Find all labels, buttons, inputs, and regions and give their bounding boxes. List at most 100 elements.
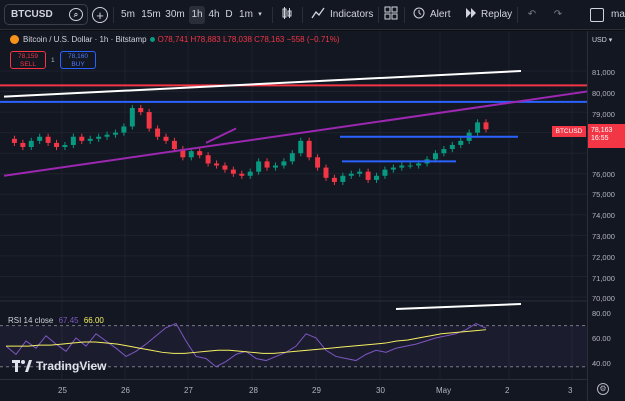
candle-body (197, 151, 203, 156)
sell-button[interactable]: 78,159 SELL (10, 51, 46, 69)
interval-1m[interactable]: 1m (238, 6, 254, 24)
candle-body (298, 140, 304, 154)
bitcoin-icon (10, 35, 19, 44)
rsi-tick: 40.00 (592, 359, 611, 368)
price-tick: 73,000 (592, 232, 615, 241)
tradingview-app: BTCUSD ⌕ + 5m 15m 30m 1h 4h D 1m ▾ Indic… (0, 0, 625, 401)
candle-body (214, 163, 220, 166)
candle-body (129, 107, 135, 127)
candle-body (222, 165, 228, 170)
time-tick: 25 (58, 386, 67, 395)
replay-button[interactable]: Replay (481, 6, 512, 24)
candle-body (45, 136, 51, 143)
time-tick: 28 (249, 386, 258, 395)
candle-body (62, 144, 68, 148)
candle-body (155, 128, 161, 137)
candle-body (483, 122, 489, 130)
interval-5m[interactable]: 5m (119, 6, 137, 24)
candle-body (205, 155, 211, 164)
market-status-icon (149, 37, 155, 42)
chart-legend: Bitcoin / U.S. Dollar · 1h · Bitstamp O7… (10, 35, 340, 44)
tradingview-logo-icon (12, 360, 32, 372)
candle-body (37, 136, 43, 141)
replay-icon[interactable] (464, 6, 478, 24)
candle-body (87, 138, 93, 141)
indicators-button[interactable]: Indicators (330, 6, 374, 24)
candle-body (146, 112, 152, 129)
candles-icon[interactable] (280, 6, 294, 24)
price-axis[interactable]: USD ▾ 81,000 80,000 79,000 78,163 16:55 … (587, 31, 625, 401)
price-tick: 71,000 (592, 274, 615, 283)
price-tick: 70,000 (592, 294, 615, 303)
candle-body (289, 153, 295, 162)
price-tick: 81,000 (592, 68, 615, 77)
time-tick: 26 (121, 386, 130, 395)
interval-15m[interactable]: 15m (140, 6, 162, 24)
candle-body (340, 175, 346, 182)
price-tick: 80,000 (592, 89, 615, 98)
redo-icon[interactable]: ↷ (552, 6, 564, 24)
price-tick: 79,000 (592, 110, 615, 119)
chevron-down-icon[interactable]: ▾ (255, 6, 265, 24)
indicators-icon[interactable] (311, 6, 325, 24)
interval-d[interactable]: D (224, 6, 234, 24)
chart-canvas[interactable] (0, 31, 588, 379)
sell-price: 78,159 (18, 53, 38, 60)
candle-body (121, 126, 127, 133)
undo-icon[interactable]: ↶ (526, 6, 538, 24)
account-menu[interactable]: ma (611, 6, 625, 24)
rsi-tick: 60.00 (592, 334, 611, 343)
time-axis[interactable]: 25 26 27 28 29 30 May 2 3 (0, 379, 587, 401)
settings-gear-icon[interactable]: ⚙ (597, 383, 609, 395)
buy-button[interactable]: 78,160 BUY (60, 51, 96, 69)
price-tick: 72,000 (592, 253, 615, 262)
candle-body (306, 140, 312, 158)
candle-body (247, 171, 253, 176)
buy-label: BUY (71, 61, 85, 68)
candle-body (382, 169, 388, 176)
rsi-legend: RSI 14 close 67.45 66.00 (8, 316, 104, 325)
time-tick: 2 (505, 386, 510, 395)
candle-body (20, 142, 26, 148)
search-icon[interactable]: ⌕ (69, 8, 83, 21)
candle-body (171, 140, 177, 150)
add-symbol-icon[interactable]: + (92, 7, 108, 23)
trendline-purple-short (205, 127, 237, 144)
candle-body (374, 175, 380, 180)
alert-icon[interactable] (412, 6, 426, 24)
trendline-white (3, 70, 522, 98)
last-price: 78,163 (591, 127, 613, 134)
rsi-label: RSI 14 close (8, 316, 54, 325)
candle-body (138, 107, 144, 113)
symbol-search[interactable]: BTCUSD ⌕ (4, 4, 88, 25)
candle-body (357, 171, 363, 174)
currency-select[interactable]: USD ▾ (590, 34, 623, 47)
candle-body (407, 165, 413, 167)
interval-1h[interactable]: 1h (189, 6, 205, 24)
price-tick: 76,000 (592, 170, 615, 179)
rsi-value: 67.45 (58, 316, 79, 325)
chart-pane[interactable]: Bitcoin / U.S. Dollar · 1h · Bitstamp O7… (0, 31, 588, 379)
candle-body (11, 138, 17, 143)
candle-body (256, 161, 262, 172)
price-tick: 75,000 (592, 190, 615, 199)
candle-body (348, 173, 354, 176)
time-tick: 30 (376, 386, 385, 395)
candle-body (458, 140, 464, 145)
candle-body (112, 132, 118, 135)
price-tick: 74,000 (592, 211, 615, 220)
candle-body (230, 169, 236, 174)
currency-label: USD (592, 37, 607, 44)
time-tick: May (436, 386, 452, 395)
candle-body (188, 151, 194, 158)
layout-icon[interactable] (590, 8, 604, 22)
candle-body (281, 161, 287, 166)
candle-body (365, 171, 371, 180)
templates-icon[interactable] (384, 6, 398, 24)
candle-body (432, 153, 438, 160)
interval-30m[interactable]: 30m (164, 6, 186, 24)
buy-price: 78,160 (68, 53, 88, 60)
candle-body (70, 136, 76, 145)
interval-4h[interactable]: 4h (207, 6, 221, 24)
alert-button[interactable]: Alert (430, 6, 454, 24)
